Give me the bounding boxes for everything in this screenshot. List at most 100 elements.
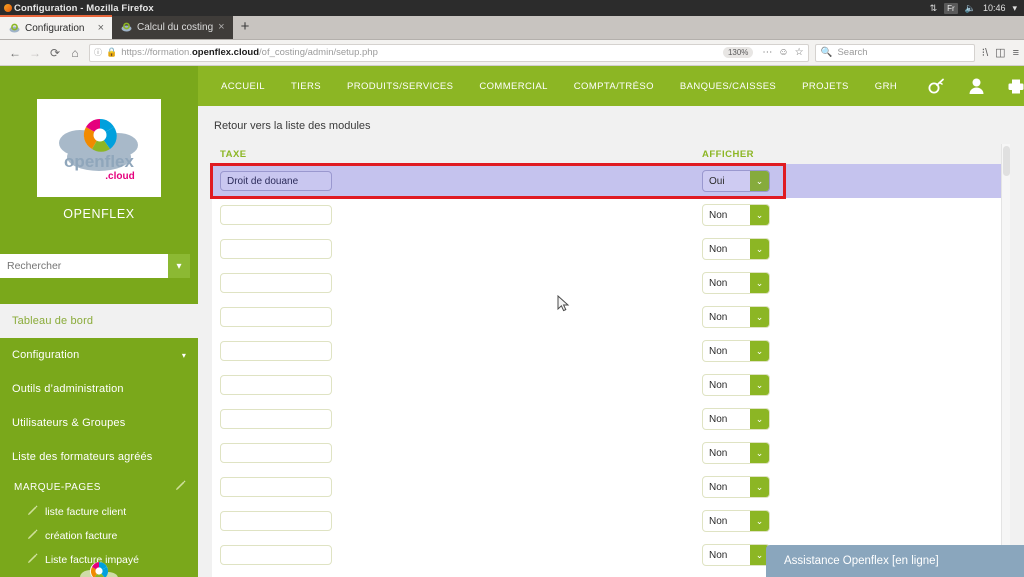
cell-afficher: Non ⌄ [702, 476, 770, 498]
afficher-select[interactable]: Non ⌄ [702, 204, 770, 226]
brand-name: OPENFLEX [63, 207, 135, 221]
reload-button[interactable]: ⟳ [45, 43, 65, 63]
afficher-select[interactable]: Non ⌄ [702, 340, 770, 362]
star-icon[interactable]: ☆ [795, 47, 804, 58]
taxe-name-input[interactable] [220, 239, 332, 260]
sidebar-item-utilisateurs-groupes[interactable]: Utilisateurs & Groupes [0, 406, 198, 440]
back-to-modules-link[interactable]: Retour vers la liste des modules [198, 106, 1024, 132]
afficher-select[interactable]: Non ⌄ [702, 306, 770, 328]
topnav-item-projets[interactable]: PROJETS [789, 81, 862, 92]
chevron-down-icon[interactable]: ⌄ [750, 171, 769, 191]
brand-logo[interactable]: openflex .cloud [37, 99, 161, 197]
topnav-item-tiers[interactable]: TIERS [278, 81, 334, 92]
sidebar-search-input[interactable] [0, 254, 168, 278]
vertical-scrollbar[interactable] [1001, 144, 1010, 577]
user-icon[interactable] [969, 78, 984, 94]
cell-taxe [212, 205, 702, 226]
library-icon[interactable]: ⁝\ [982, 46, 989, 59]
taxe-name-input[interactable] [220, 307, 332, 328]
chevron-down-icon[interactable]: ▾ [168, 254, 190, 278]
sidebar-icon[interactable]: ◫ [995, 46, 1005, 59]
home-button[interactable]: ⌂ [65, 43, 85, 63]
afficher-select[interactable]: Non ⌄ [702, 272, 770, 294]
sidebar-item-outils-administration[interactable]: Outils d’administration [0, 372, 198, 406]
taxe-name-input[interactable] [220, 511, 332, 532]
chevron-down-icon[interactable]: ⌄ [750, 511, 769, 531]
afficher-select[interactable]: Non ⌄ [702, 408, 770, 430]
afficher-select[interactable]: Non ⌄ [702, 442, 770, 464]
chevron-down-icon[interactable]: ⌄ [750, 205, 769, 225]
assistance-chat-bar[interactable]: Assistance Openflex [en ligne] [766, 545, 1024, 577]
close-icon[interactable]: × [218, 22, 224, 33]
tab-calcul-du-costing[interactable]: Calcul du costing × [112, 16, 233, 39]
topnav-item-grh[interactable]: GRH [862, 81, 910, 92]
topnav-item-banques-caisses[interactable]: BANQUES/CAISSES [667, 81, 789, 92]
taxe-name-input[interactable] [220, 545, 332, 566]
sidebar-item-tableau-de-bord[interactable]: Tableau de bord [0, 304, 198, 338]
cell-afficher: Non ⌄ [702, 238, 770, 260]
hamburger-menu-icon[interactable]: ≡ [1013, 47, 1019, 59]
lock-icon[interactable]: 🔒 [106, 47, 117, 58]
zoom-level-indicator[interactable]: 130% [722, 47, 754, 58]
pencil-icon[interactable] [175, 480, 186, 494]
clock[interactable]: 10:46 [983, 3, 1006, 13]
new-tab-button[interactable]: + [233, 19, 258, 36]
topnav-item-produits-services[interactable]: PRODUITS/SERVICES [334, 81, 466, 92]
power-menu-icon[interactable]: ▾ [1012, 3, 1017, 14]
scrollbar-thumb[interactable] [1003, 146, 1010, 176]
taxe-name-input[interactable] [220, 273, 332, 294]
volume-icon[interactable]: 🔈 [965, 3, 976, 14]
afficher-select[interactable]: Non ⌄ [702, 476, 770, 498]
chevron-down-icon[interactable]: ⌄ [750, 477, 769, 497]
sidebar-item-liste-formateurs-agrees[interactable]: Liste des formateurs agréés [0, 440, 198, 474]
afficher-select[interactable]: Oui ⌄ [702, 170, 770, 192]
taxe-name-input[interactable] [220, 341, 332, 362]
afficher-select-value: Non [709, 413, 728, 425]
chevron-down-icon[interactable]: ⌄ [750, 273, 769, 293]
cell-afficher: Non ⌄ [702, 544, 770, 566]
bookmark-item-creation-facture[interactable]: création facture [0, 524, 198, 548]
taxe-name-input[interactable] [220, 205, 332, 226]
afficher-select[interactable]: Non ⌄ [702, 544, 770, 566]
afficher-select[interactable]: Non ⌄ [702, 510, 770, 532]
search-icon: 🔍 [820, 47, 833, 58]
search-bar[interactable]: 🔍 Search [814, 43, 975, 62]
svg-text:.cloud: .cloud [105, 171, 134, 182]
sidebar-search[interactable]: ▾ [0, 254, 190, 278]
bookmark-item-liste-facture-client[interactable]: liste facture client [0, 500, 198, 524]
bookmark-label: création facture [45, 530, 118, 542]
afficher-select[interactable]: Non ⌄ [702, 238, 770, 260]
network-icon[interactable]: ⇅ [930, 3, 938, 14]
close-icon[interactable]: × [98, 22, 104, 34]
topnav-item-compta-treso[interactable]: COMPTA/TRÉSO [561, 81, 667, 92]
taxe-name-input[interactable] [220, 477, 332, 498]
topnav-item-commercial[interactable]: COMMERCIAL [466, 81, 560, 92]
chevron-down-icon[interactable]: ⌄ [750, 409, 769, 429]
tools-icon[interactable] [928, 78, 945, 95]
taxe-name-input[interactable] [220, 375, 332, 396]
printer-icon[interactable] [1008, 79, 1024, 94]
page-actions-icon[interactable]: ⋯ [762, 47, 772, 58]
afficher-select[interactable]: Non ⌄ [702, 374, 770, 396]
keyboard-layout-indicator[interactable]: Fr [944, 2, 958, 14]
tab-configuration[interactable]: Configuration × [0, 15, 112, 39]
topnav-item-accueil[interactable]: ACCUEIL [208, 81, 278, 92]
page-info-icon[interactable]: ⓘ [94, 47, 102, 58]
pocket-icon[interactable]: ☺ [778, 47, 788, 58]
sidebar-item-label: Configuration [12, 349, 80, 361]
chevron-down-icon[interactable]: ⌄ [750, 443, 769, 463]
taxe-name-input[interactable] [220, 409, 332, 430]
chevron-down-icon[interactable]: ⌄ [750, 341, 769, 361]
taxe-name-input[interactable] [220, 443, 332, 464]
forward-button[interactable]: → [25, 43, 45, 63]
column-header-afficher: AFFICHER [702, 148, 755, 160]
chevron-down-icon[interactable]: ⌄ [750, 239, 769, 259]
chevron-down-icon[interactable]: ⌄ [750, 307, 769, 327]
back-button[interactable]: ← [5, 43, 25, 63]
sidebar-item-configuration[interactable]: Configuration ▾ [0, 338, 198, 372]
table-row: Non ⌄ [212, 470, 1010, 504]
chevron-down-icon[interactable]: ⌄ [750, 375, 769, 395]
url-bar[interactable]: ⓘ 🔒 https://formation.openflex.cloud/of_… [89, 43, 809, 62]
taxe-name-input[interactable] [220, 171, 332, 192]
cell-taxe [212, 171, 702, 192]
